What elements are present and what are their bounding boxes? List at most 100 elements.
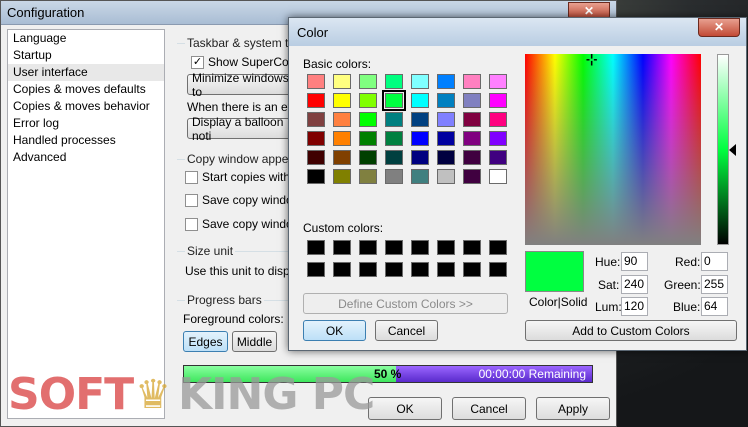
basic-color-swatch[interactable] — [307, 150, 325, 165]
basic-color-swatch[interactable] — [489, 131, 507, 146]
red-field[interactable]: 0 — [701, 252, 728, 271]
blue-field[interactable]: 64 — [701, 297, 728, 316]
color-ok-button[interactable]: OK — [303, 320, 366, 341]
start-copies-label: Start copies with c — [202, 170, 300, 184]
custom-color-swatch[interactable] — [489, 262, 507, 277]
basic-color-swatch[interactable] — [463, 169, 481, 184]
basic-color-swatch[interactable] — [463, 93, 481, 108]
green-field[interactable]: 255 — [701, 275, 728, 294]
define-custom-colors-button[interactable]: Define Custom Colors >> — [303, 293, 508, 314]
close-icon[interactable]: ✕ — [698, 18, 740, 37]
basic-color-swatch[interactable] — [437, 112, 455, 127]
custom-color-swatch[interactable] — [359, 262, 377, 277]
add-to-custom-colors-button[interactable]: Add to Custom Colors — [525, 320, 737, 341]
basic-color-swatch[interactable] — [437, 93, 455, 108]
custom-color-swatch[interactable] — [463, 262, 481, 277]
edges-button[interactable]: Edges — [183, 331, 228, 352]
basic-color-swatch[interactable] — [333, 93, 351, 108]
color-dialog-titlebar[interactable]: Color ✕ — [289, 18, 746, 46]
basic-color-swatch[interactable] — [385, 74, 403, 89]
save-copy-window-checkbox-2[interactable]: Save copy window — [185, 216, 301, 232]
custom-color-swatch[interactable] — [307, 240, 325, 255]
basic-color-swatch[interactable] — [411, 112, 429, 127]
basic-color-swatch[interactable] — [333, 150, 351, 165]
custom-color-swatch[interactable] — [489, 240, 507, 255]
basic-color-swatch[interactable] — [307, 112, 325, 127]
basic-color-swatch[interactable] — [411, 169, 429, 184]
basic-color-swatch[interactable] — [333, 131, 351, 146]
basic-color-swatch[interactable] — [463, 131, 481, 146]
basic-color-swatch[interactable] — [307, 169, 325, 184]
basic-color-swatch[interactable] — [307, 131, 325, 146]
basic-color-swatch[interactable] — [333, 169, 351, 184]
basic-color-swatch[interactable] — [437, 169, 455, 184]
sidebar-item-error-log[interactable]: Error log — [8, 115, 164, 132]
basic-color-swatch[interactable] — [382, 90, 406, 111]
basic-color-swatch[interactable] — [463, 74, 481, 89]
basic-color-swatch[interactable] — [437, 74, 455, 89]
sidebar-item-language[interactable]: Language — [8, 30, 164, 47]
config-cancel-button[interactable]: Cancel — [452, 397, 526, 420]
color-cancel-button[interactable]: Cancel — [375, 320, 438, 341]
custom-color-swatch[interactable] — [333, 240, 351, 255]
basic-color-swatch[interactable] — [359, 112, 377, 127]
hue-field[interactable]: 90 — [621, 252, 648, 271]
custom-color-swatch[interactable] — [463, 240, 481, 255]
basic-color-swatch[interactable] — [307, 74, 325, 89]
basic-color-swatch[interactable] — [359, 74, 377, 89]
basic-color-swatch[interactable] — [385, 131, 403, 146]
custom-color-swatch[interactable] — [411, 240, 429, 255]
basic-color-swatch[interactable] — [307, 93, 325, 108]
basic-color-swatch[interactable] — [333, 74, 351, 89]
minimize-windows-dropdown[interactable]: Minimize windows to — [187, 71, 297, 99]
sat-field[interactable]: 240 — [621, 275, 648, 294]
crown-icon: ♛ — [135, 372, 171, 418]
config-ok-button[interactable]: OK — [368, 397, 442, 420]
custom-color-swatch[interactable] — [385, 240, 403, 255]
basic-color-swatch[interactable] — [437, 150, 455, 165]
display-balloon-dropdown[interactable]: Display a balloon noti — [187, 115, 297, 143]
luminosity-slider[interactable] — [717, 54, 729, 245]
basic-color-swatch[interactable] — [385, 150, 403, 165]
save-copy-window-checkbox-1[interactable]: Save copy window — [185, 192, 301, 208]
sidebar-item-copies-moves-defaults[interactable]: Copies & moves defaults — [8, 81, 164, 98]
basic-color-swatch[interactable] — [463, 150, 481, 165]
basic-color-swatch[interactable] — [489, 93, 507, 108]
basic-color-swatch[interactable] — [489, 169, 507, 184]
basic-color-swatch[interactable] — [359, 150, 377, 165]
custom-color-swatch[interactable] — [307, 262, 325, 277]
custom-color-swatch[interactable] — [411, 262, 429, 277]
color-spectrum[interactable] — [525, 54, 701, 245]
custom-color-swatch[interactable] — [437, 262, 455, 277]
basic-color-swatch[interactable] — [359, 93, 377, 108]
sidebar-item-copies-moves-behavior[interactable]: Copies & moves behavior — [8, 98, 164, 115]
basic-color-swatch[interactable] — [359, 169, 377, 184]
start-copies-checkbox[interactable]: Start copies with c — [185, 169, 299, 185]
luminosity-arrow-icon[interactable] — [729, 144, 736, 156]
basic-color-swatch[interactable] — [489, 112, 507, 127]
lum-field[interactable]: 120 — [621, 297, 648, 316]
custom-color-swatch[interactable] — [333, 262, 351, 277]
basic-color-swatch[interactable] — [411, 74, 429, 89]
custom-color-swatch[interactable] — [385, 262, 403, 277]
middle-button[interactable]: Middle — [232, 331, 277, 352]
basic-color-swatch[interactable] — [333, 112, 351, 127]
basic-color-swatch[interactable] — [385, 112, 403, 127]
basic-color-swatch[interactable] — [385, 169, 403, 184]
basic-color-swatch[interactable] — [411, 150, 429, 165]
basic-color-swatch[interactable] — [489, 74, 507, 89]
basic-color-swatch[interactable] — [359, 131, 377, 146]
custom-color-swatch[interactable] — [359, 240, 377, 255]
sidebar-item-startup[interactable]: Startup — [8, 47, 164, 64]
config-apply-button[interactable]: Apply — [536, 397, 610, 420]
sidebar-item-user-interface[interactable]: User interface — [8, 64, 164, 81]
sidebar-item-handled-processes[interactable]: Handled processes — [8, 132, 164, 149]
basic-color-swatch[interactable] — [411, 131, 429, 146]
basic-color-swatch[interactable] — [463, 112, 481, 127]
basic-color-swatch[interactable] — [489, 150, 507, 165]
basic-color-swatch[interactable] — [437, 131, 455, 146]
basic-color-swatch[interactable] — [411, 93, 429, 108]
sidebar-item-advanced[interactable]: Advanced — [8, 149, 164, 166]
hue-label: Hue: — [595, 255, 621, 269]
custom-color-swatch[interactable] — [437, 240, 455, 255]
